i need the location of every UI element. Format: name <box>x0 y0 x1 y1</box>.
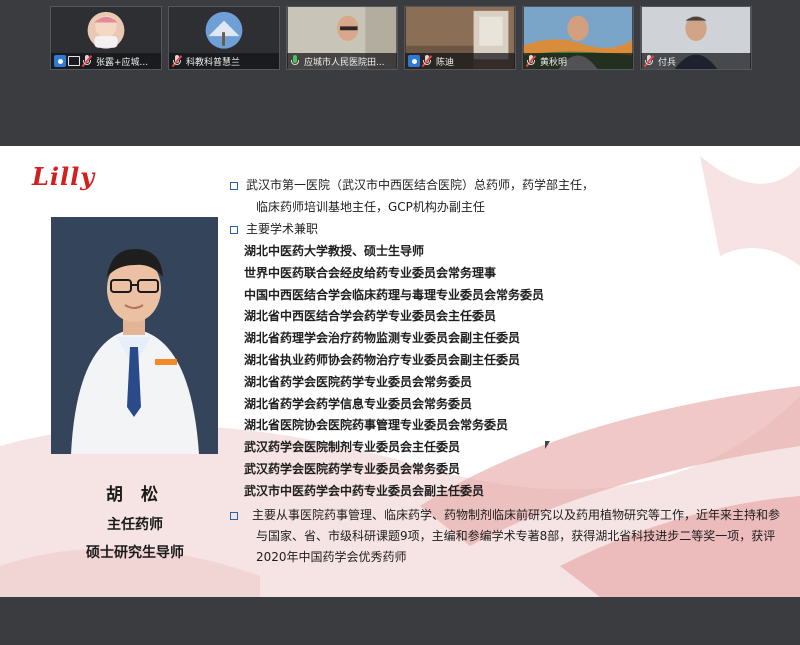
mic-on-icon <box>290 55 300 67</box>
credential-item: 湖北中医药大学教授、硕士生导师 <box>244 244 425 258</box>
bio-position-line1: 武汉市第一医院（武汉市中西医结合医院）总药师，药学部主任， <box>246 178 595 192</box>
mic-muted-icon <box>525 55 536 67</box>
participant-namebar-3: 应城市人民医院田... <box>287 53 397 69</box>
credential-item: 武汉药学会医院制剂专业委员会主任委员 <box>244 440 461 455</box>
bio-bullet-research: 主要从事医院药事管理、临床药学、药物制剂临床前研究以及药用植物研究等工作，近年来… <box>230 505 790 568</box>
mic-muted-icon <box>81 55 92 67</box>
participant-tile-6[interactable]: 付兵 <box>640 6 752 70</box>
participant-namebar-6: 付兵 <box>641 53 751 69</box>
mic-muted-icon <box>421 55 432 67</box>
credential-item: 湖北省药学会医院药学专业委员会常务委员 <box>244 374 473 389</box>
participant-name: 应城市人民医院田... <box>304 57 385 68</box>
credential-item: 中国中西医结合学会临床药理与毒理专业委员会常务委员 <box>244 287 545 302</box>
research-summary: 主要从事医院药事管理、临床药学、药物制剂临床前研究以及药用植物研究等工作，近年来… <box>252 507 781 564</box>
participant-strip: 张露+应城... 科教科普慧兰 应城市人民医院田... 陈迪 黄秋明 付兵 <box>0 0 800 78</box>
speaker-role: 硕士研究生导师 <box>86 545 184 561</box>
speaker-bio: 武汉市第一医院（武汉市中西医结合医院）总药师，药学部主任， 临床药师培训基地主任… <box>230 174 790 568</box>
credential-item: 湖北省中西医结合学会药学专业委员会主任委员 <box>244 309 497 324</box>
bullet-square-icon <box>230 511 238 520</box>
participant-tile-1[interactable]: 张露+应城... <box>50 6 162 70</box>
participant-name: 科教科普慧兰 <box>186 57 241 68</box>
host-icon <box>54 55 66 67</box>
participant-name: 陈迪 <box>436 57 455 68</box>
credential-item: 武汉药学会医院药学专业委员会常务委员 <box>244 461 461 476</box>
shared-slide: Lilly 胡 松 主任药师 硕士研究生导师 武汉市第一医院（武汉市中西医结合医… <box>0 146 800 597</box>
speaker-portrait-image <box>51 217 218 454</box>
bio-position-line2: 临床药师培训基地主任，GCP机构办副主任 <box>256 200 485 214</box>
bio-bullet-position: 武汉市第一医院（武汉市中西医结合医院）总药师，药学部主任， <box>230 174 790 196</box>
credential-item: 湖北省医院协会医院药事管理专业委员会常务委员 <box>244 418 509 433</box>
host-icon <box>408 55 420 67</box>
participant-namebar-2: 科教科普慧兰 <box>169 53 279 69</box>
credential-item: 湖北省药学会药学信息专业委员会常务委员 <box>244 396 473 411</box>
credential-item: 世界中医药联合会经皮给药专业委员会常务理事 <box>244 265 497 280</box>
participant-namebar-5: 黄秋明 <box>523 53 633 69</box>
bullet-square-icon <box>230 182 238 190</box>
screen-share-icon <box>68 56 80 66</box>
speaker-name: 胡 松 <box>106 485 164 505</box>
credential-item: 湖北省药理学会治疗药物监测专业委员会副主任委员 <box>244 331 521 346</box>
participant-tile-3[interactable]: 应城市人民医院田... <box>286 6 398 70</box>
speaker-photo <box>51 217 218 454</box>
bio-bullet-academic: 主要学术兼职 <box>230 218 790 240</box>
participant-tile-5[interactable]: 黄秋明 <box>522 6 634 70</box>
bullet-square-icon <box>230 226 238 234</box>
academic-heading: 主要学术兼职 <box>246 222 319 236</box>
mic-muted-icon <box>643 55 654 67</box>
participant-name: 付兵 <box>658 57 677 68</box>
mic-muted-icon <box>171 55 182 67</box>
lilly-logo: Lilly <box>32 162 96 191</box>
credential-item: 武汉市中医药学会中药专业委员会副主任委员 <box>244 483 485 498</box>
participant-tile-4[interactable]: 陈迪 <box>404 6 516 70</box>
participant-namebar-1: 张露+应城... <box>51 53 161 69</box>
credential-list: 湖北中医药大学教授、硕士生导师 世界中医药联合会经皮给药专业委员会常务理事 中国… <box>230 241 790 503</box>
speaker-title: 主任药师 <box>107 517 163 533</box>
participant-tile-2[interactable]: 科教科普慧兰 <box>168 6 280 70</box>
participant-name: 黄秋明 <box>540 57 568 68</box>
participant-name: 张露+应城... <box>96 57 149 68</box>
participant-namebar-4: 陈迪 <box>405 53 515 69</box>
credential-item: 湖北省执业药师协会药物治疗专业委员会副主任委员 <box>244 352 521 367</box>
